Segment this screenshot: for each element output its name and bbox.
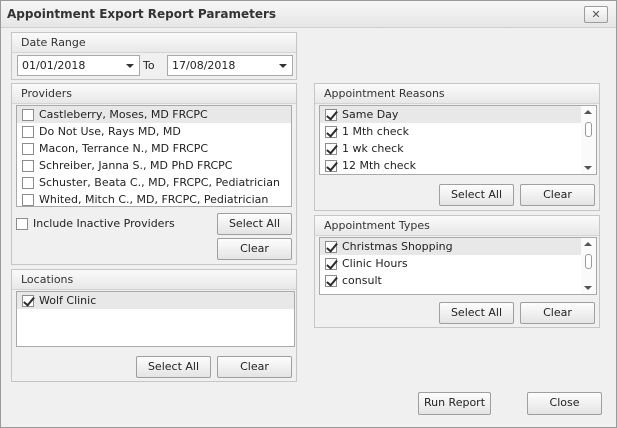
providers-header: Providers — [12, 84, 296, 104]
appointment-reasons-header: Appointment Reasons — [315, 84, 599, 104]
appointment-types-header: Appointment Types — [315, 216, 599, 236]
list-item[interactable]: 1 Mth check — [320, 123, 596, 140]
date-range-header: Date Range — [12, 33, 296, 53]
reason-label: Same Day — [342, 108, 399, 121]
dialog-window: Appointment Export Report Parameters ✕ D… — [0, 0, 617, 428]
reason-label: 12 Mth check — [342, 159, 416, 172]
type-checkbox[interactable] — [325, 241, 337, 253]
types-select-all-button[interactable]: Select All — [439, 302, 514, 324]
scroll-up-icon[interactable] — [584, 110, 592, 114]
providers-list[interactable]: Castleberry, Moses, MD FRCPC Do Not Use,… — [16, 105, 292, 207]
list-item[interactable]: Macon, Terrance N., MD FRCPC — [17, 140, 291, 157]
locations-select-all-button[interactable]: Select All — [136, 356, 211, 378]
locations-header: Locations — [12, 270, 296, 290]
types-scrollbar[interactable] — [581, 238, 596, 294]
provider-label: Macon, Terrance N., MD FRCPC — [39, 142, 209, 155]
list-item[interactable]: 12 Mth check — [320, 157, 596, 174]
providers-select-all-button[interactable]: Select All — [217, 213, 292, 235]
type-label: Clinic Hours — [342, 257, 408, 270]
scroll-down-icon[interactable] — [584, 286, 592, 290]
window-title: Appointment Export Report Parameters — [7, 7, 277, 21]
appointment-types-group: Appointment Types Christmas Shopping Cli… — [314, 215, 600, 328]
locations-list[interactable]: Wolf Clinic — [16, 291, 295, 347]
reasons-scrollbar[interactable] — [581, 106, 596, 174]
types-list[interactable]: Christmas Shopping Clinic Hours consult — [319, 237, 597, 295]
provider-label: Castleberry, Moses, MD FRCPC — [39, 108, 208, 121]
list-item[interactable]: consult — [320, 272, 596, 289]
reason-checkbox[interactable] — [325, 109, 337, 121]
reason-label: 1 wk check — [342, 142, 404, 155]
reason-checkbox[interactable] — [325, 143, 337, 155]
list-item[interactable]: Do Not Use, Rays MD, MD — [17, 123, 291, 140]
to-date-combo[interactable]: 17/08/2018 — [167, 55, 293, 76]
list-item[interactable]: Whited, Mitch C., MD, FRCPC, Pediatricia… — [17, 191, 291, 206]
date-range-group: Date Range 01/01/2018 To 17/08/2018 — [11, 32, 297, 80]
providers-clear-button[interactable]: Clear — [217, 238, 292, 260]
type-checkbox[interactable] — [325, 258, 337, 270]
reasons-list[interactable]: Same Day 1 Mth check 1 wk check 12 Mth c… — [319, 105, 597, 175]
from-date-combo[interactable]: 01/01/2018 — [17, 55, 140, 76]
scroll-thumb[interactable] — [585, 254, 592, 269]
provider-checkbox[interactable] — [22, 177, 34, 189]
reasons-select-all-button[interactable]: Select All — [439, 184, 514, 206]
title-bar[interactable]: Appointment Export Report Parameters ✕ — [1, 1, 616, 28]
chevron-down-icon[interactable] — [279, 64, 287, 68]
provider-checkbox[interactable] — [22, 160, 34, 172]
provider-label: Whited, Mitch C., MD, FRCPC, Pediatricia… — [39, 193, 269, 206]
list-item[interactable]: Schuster, Beata C., MD, FRCPC, Pediatric… — [17, 174, 291, 191]
scroll-thumb[interactable] — [585, 122, 592, 137]
to-label: To — [143, 59, 155, 72]
type-checkbox[interactable] — [325, 275, 337, 287]
list-item[interactable]: Clinic Hours — [320, 255, 596, 272]
list-item[interactable]: Wolf Clinic — [17, 292, 294, 309]
run-report-button[interactable]: Run Report — [418, 392, 491, 415]
list-item[interactable]: Same Day — [320, 106, 596, 123]
reason-checkbox[interactable] — [325, 160, 337, 172]
provider-checkbox[interactable] — [22, 194, 34, 206]
from-date-value: 01/01/2018 — [22, 59, 86, 72]
location-label: Wolf Clinic — [39, 294, 97, 307]
include-inactive-label: Include Inactive Providers — [33, 217, 175, 230]
provider-checkbox[interactable] — [22, 126, 34, 138]
list-item[interactable]: 1 wk check — [320, 140, 596, 157]
list-item[interactable]: Castleberry, Moses, MD FRCPC — [17, 106, 291, 123]
types-clear-button[interactable]: Clear — [520, 302, 595, 324]
reason-label: 1 Mth check — [342, 125, 409, 138]
list-item[interactable]: Christmas Shopping — [320, 238, 596, 255]
locations-group: Locations Wolf Clinic Select All Clear — [11, 269, 297, 382]
type-label: consult — [342, 274, 382, 287]
provider-checkbox[interactable] — [22, 109, 34, 121]
reason-checkbox[interactable] — [325, 126, 337, 138]
include-inactive-box[interactable] — [16, 218, 28, 230]
list-item[interactable]: Schreiber, Janna S., MD PhD FRCPC — [17, 157, 291, 174]
scroll-down-icon[interactable] — [584, 166, 592, 170]
close-button[interactable]: Close — [527, 392, 602, 415]
scroll-up-icon[interactable] — [584, 242, 592, 246]
provider-label: Do Not Use, Rays MD, MD — [39, 125, 181, 138]
reasons-clear-button[interactable]: Clear — [520, 184, 595, 206]
type-label: Christmas Shopping — [342, 240, 453, 253]
to-date-value: 17/08/2018 — [172, 59, 236, 72]
close-icon[interactable]: ✕ — [584, 6, 608, 23]
chevron-down-icon[interactable] — [126, 64, 134, 68]
provider-label: Schuster, Beata C., MD, FRCPC, Pediatric… — [39, 176, 280, 189]
locations-clear-button[interactable]: Clear — [217, 356, 292, 378]
providers-group: Providers Castleberry, Moses, MD FRCPC D… — [11, 83, 297, 265]
include-inactive-checkbox[interactable]: Include Inactive Providers — [16, 217, 175, 230]
provider-checkbox[interactable] — [22, 143, 34, 155]
location-checkbox[interactable] — [22, 295, 34, 307]
appointment-reasons-group: Appointment Reasons Same Day 1 Mth check… — [314, 83, 600, 211]
provider-label: Schreiber, Janna S., MD PhD FRCPC — [39, 159, 233, 172]
